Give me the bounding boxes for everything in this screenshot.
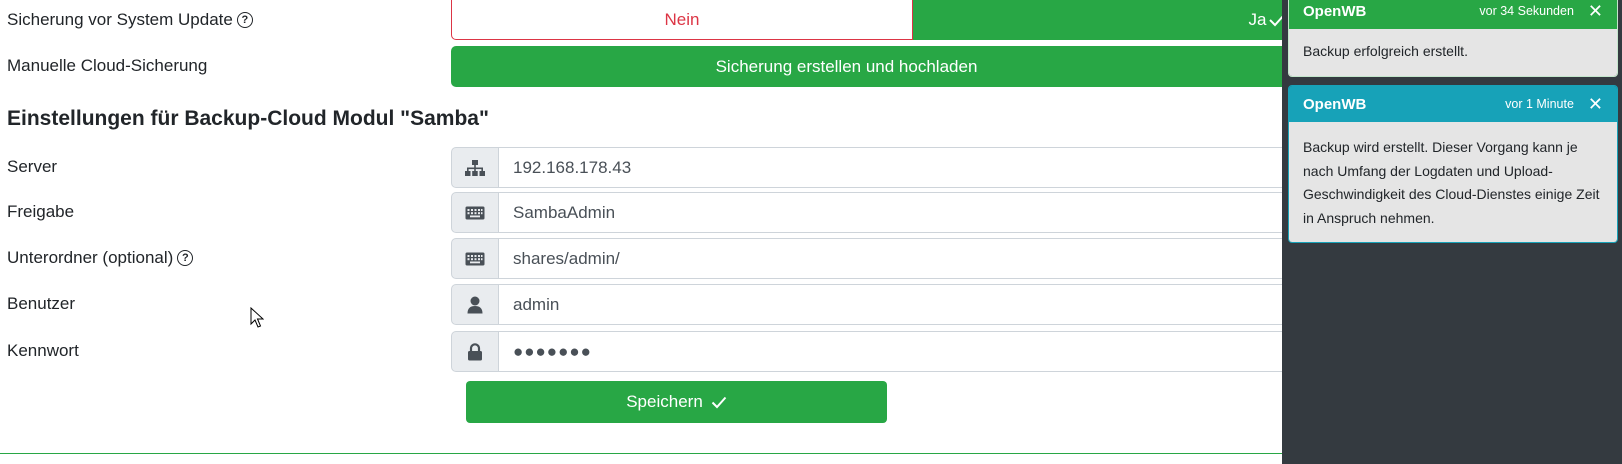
notification-title: OpenWB xyxy=(1303,2,1367,20)
manual-cloud-label: Manuelle Cloud-Sicherung xyxy=(7,56,207,76)
section-heading: Einstellungen für Backup-Cloud Modul "Sa… xyxy=(7,107,489,130)
help-icon[interactable]: ? xyxy=(177,250,194,266)
save-button[interactable]: Speichern xyxy=(466,381,887,423)
backup-before-update-label: Sicherung vor System Update ? xyxy=(7,10,253,30)
user-label: Benutzer xyxy=(7,294,75,314)
share-label: Freigabe xyxy=(7,202,74,222)
notification-toast: OpenWB vor 1 Minute ✕ Backup wird erstel… xyxy=(1288,85,1618,243)
check-icon xyxy=(711,396,727,408)
notification-message: Backup wird erstellt. Dieser Vorgang kan… xyxy=(1289,122,1617,242)
notification-time: vor 1 Minute xyxy=(1505,97,1574,111)
manual-cloud-text: Manuelle Cloud-Sicherung xyxy=(7,56,208,75)
close-icon[interactable]: ✕ xyxy=(1588,2,1603,20)
notification-time: vor 34 Sekunden xyxy=(1479,4,1574,18)
user-icon xyxy=(451,284,499,325)
mouse-cursor-icon xyxy=(250,307,264,328)
create-upload-backup-label: Sicherung erstellen und hochladen xyxy=(715,56,978,76)
help-icon[interactable]: ? xyxy=(236,12,253,28)
subfolder-label-text: Unterordner (optional) xyxy=(7,248,174,267)
notification-header: OpenWB vor 34 Sekunden ✕ xyxy=(1289,0,1617,29)
network-icon xyxy=(451,147,499,188)
notification-toast: OpenWB vor 34 Sekunden ✕ Backup erfolgre… xyxy=(1288,0,1618,77)
option-no-button[interactable]: Nein xyxy=(451,0,913,40)
lock-icon xyxy=(451,331,499,372)
password-label-text: Kennwort xyxy=(7,341,79,360)
close-icon[interactable]: ✕ xyxy=(1588,95,1603,113)
user-label-text: Benutzer xyxy=(7,294,76,313)
backup-before-update-text: Sicherung vor System Update xyxy=(7,10,233,29)
server-label-text: Server xyxy=(7,157,58,176)
subfolder-label: Unterordner (optional) ? xyxy=(7,248,194,268)
option-yes-label: Ja xyxy=(1248,10,1267,29)
keyboard-icon xyxy=(451,238,499,279)
password-label: Kennwort xyxy=(7,341,79,361)
server-label: Server xyxy=(7,157,57,177)
notification-header: OpenWB vor 1 Minute ✕ xyxy=(1289,86,1617,122)
keyboard-icon xyxy=(451,192,499,233)
notification-message: Backup erfolgreich erstellt. xyxy=(1289,29,1617,76)
share-label-text: Freigabe xyxy=(7,202,75,221)
save-button-label: Speichern xyxy=(626,392,703,411)
section-divider xyxy=(0,453,1290,454)
notification-title: OpenWB xyxy=(1303,95,1367,113)
